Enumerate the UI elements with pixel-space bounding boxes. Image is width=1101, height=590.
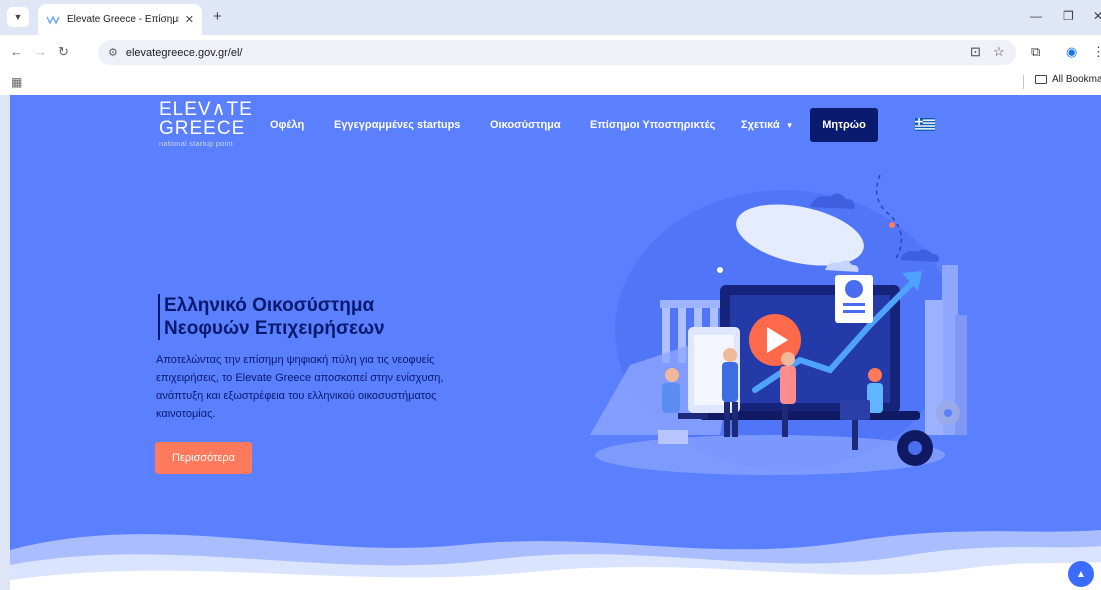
url-text: elevategreece.gov.gr/el/ [125,46,243,59]
chevron-up-icon: ▲ [1076,568,1086,580]
logo-line1: ELEV∧TE [159,99,253,120]
hero-section: ELEV∧TE GREECE national startup point Οφ… [10,95,1101,590]
tab-title: Elevate Greece - Επίσημη ψηφι... [67,14,179,25]
menu-icon[interactable]: ⋮ [1092,44,1101,60]
more-button[interactable]: Περισσότερα [155,442,252,474]
hero-title: Ελληνικό Οικοσύστημα Νεοφυών Επιχειρήσεω… [158,294,385,340]
new-tab-icon[interactable]: + [213,8,222,25]
close-window-icon[interactable]: ✕ [1093,9,1101,23]
page-left-gutter [0,95,10,590]
profile-icon[interactable]: ◉ [1066,44,1077,60]
nav-item-ecosystem[interactable]: Οικοσύστημα [490,119,561,131]
bookmark-star-icon[interactable]: ☆ [993,44,1005,60]
logo-tagline: national startup point [159,139,234,148]
nav-item-official-supporters[interactable]: Επίσημοι Υποστηρικτές [590,119,715,131]
nav-about-label: Σχετικά [741,119,780,131]
close-tab-icon[interactable]: ✕ [185,13,194,26]
greek-flag-icon[interactable] [915,118,935,131]
hero-title-line1: Ελληνικό Οικοσύστημα [164,295,375,316]
nav-item-registered-startups[interactable]: Εγγεγραμμένες startups [334,119,460,131]
tab-search-button[interactable]: ▼ [7,7,29,27]
site-info-icon[interactable]: ⚙ [108,46,118,59]
caret-down-icon: ▼ [785,121,794,130]
chevron-down-icon: ▼ [13,12,23,22]
logo-line2: GREECE [159,118,246,139]
folder-icon [1035,75,1047,84]
back-icon[interactable]: ← [10,44,23,59]
forward-icon[interactable]: → [34,44,47,59]
apps-grid-icon[interactable]: ▦ [11,75,22,89]
hero-description: Αποτελώντας την επίσημη ψηφιακή πύλη για… [156,354,444,420]
elevate-favicon-icon [46,13,60,27]
browser-toolbar: ← → ↻ ⚙ elevategreece.gov.gr/el/ ⊡ ☆ ⧉ ◉… [0,35,1101,70]
all-bookmarks-button[interactable]: All Bookmarks [1035,74,1101,85]
minimize-icon[interactable]: — [1030,9,1042,23]
translate-icon[interactable]: ⊡ [970,44,981,60]
hero-title-line2: Νεοφυών Επιχειρήσεων [164,318,385,339]
reload-icon[interactable]: ↻ [58,44,69,60]
address-bar[interactable]: ⚙ elevategreece.gov.gr/el/ [98,40,1016,65]
active-tab[interactable]: Elevate Greece - Επίσημη ψηφι... ✕ [38,4,202,35]
site-logo[interactable]: ELEV∧TE GREECE national startup point [159,100,259,148]
register-button[interactable]: Μητρώο [810,108,878,142]
bookmarks-bar: ▦ All Bookmarks [0,70,1101,95]
bottom-waves [10,530,1101,590]
nav-item-about[interactable]: Σχετικά ▼ [741,119,794,131]
extensions-icon[interactable]: ⧉ [1031,44,1040,60]
nav-item-benefits[interactable]: Οφέλη [270,119,304,131]
browser-chrome: ▼ Elevate Greece - Επίσημη ψηφι... ✕ + —… [0,0,1101,95]
all-bookmarks-label: All Bookmarks [1052,74,1101,85]
tab-strip: ▼ Elevate Greece - Επίσημη ψηφι... ✕ + —… [0,0,1101,35]
web-page: ELEV∧TE GREECE national startup point Οφ… [0,95,1101,590]
bookmarks-separator [1023,75,1024,89]
startup-ecosystem-illustration [590,175,967,475]
scroll-to-top-button[interactable]: ▲ [1068,561,1094,587]
restore-icon[interactable]: ❐ [1063,9,1074,23]
